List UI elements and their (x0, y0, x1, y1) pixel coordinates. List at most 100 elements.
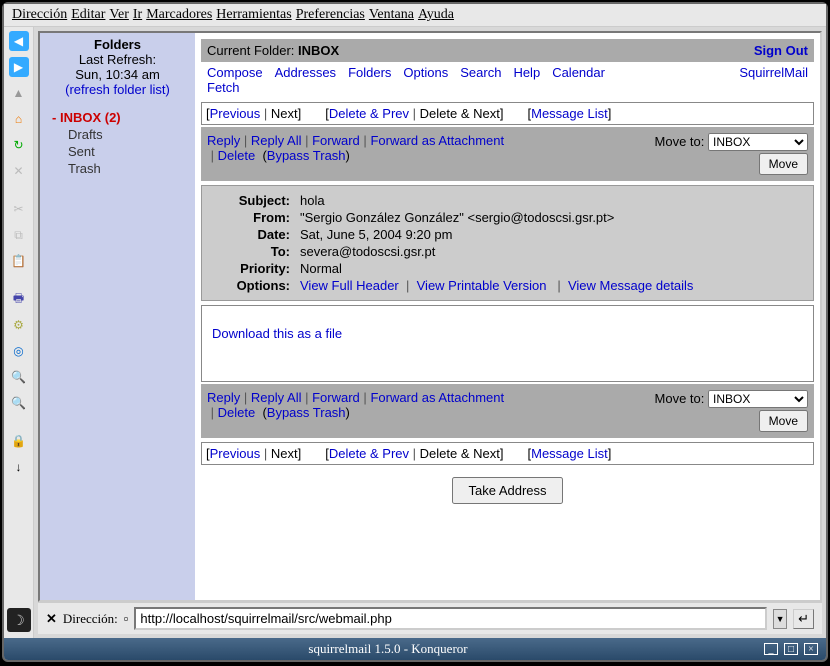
menu-ayuda[interactable]: Ayuda (418, 7, 454, 23)
zoom2-icon[interactable]: 🔍 (9, 393, 29, 413)
prev-link[interactable]: Previous (210, 106, 261, 121)
folders-title: Folders (44, 37, 191, 52)
nav-calendar[interactable]: Calendar (552, 65, 605, 80)
view-printable-link[interactable]: View Printable Version (417, 278, 547, 293)
message-nav-bottom: [Previous | Next] [Delete & Prev | Delet… (201, 442, 814, 465)
menu-editar[interactable]: Editar (71, 7, 105, 23)
window-close-icon[interactable]: × (804, 643, 818, 655)
menu-ir[interactable]: Ir (133, 7, 142, 23)
date-value: Sat, June 5, 2004 9:20 pm (300, 227, 805, 242)
next-text-bottom: Next (271, 446, 298, 461)
zoom-icon[interactable]: 🔍 (9, 367, 29, 387)
forward-icon[interactable]: ▶ (9, 57, 29, 77)
lock-icon[interactable]: 🔒 (9, 431, 29, 451)
nav-options[interactable]: Options (403, 65, 448, 80)
page-icon: ▫ (124, 611, 129, 626)
priority-label: Priority: (210, 261, 300, 276)
top-nav: Compose Addresses Folders Options Search… (201, 62, 814, 98)
home-icon[interactable]: ⌂ (9, 109, 29, 129)
minimize-icon[interactable]: _ (764, 643, 778, 655)
print-icon[interactable]: 🖶 (9, 289, 29, 309)
delete-link[interactable]: Delete (218, 148, 256, 163)
fwdatt-link-bottom[interactable]: Forward as Attachment (370, 390, 504, 405)
back-icon[interactable]: ◀ (9, 31, 29, 51)
address-dropdown-icon[interactable]: ▼ (773, 609, 787, 629)
last-refresh-label: Last Refresh: (44, 52, 191, 67)
download-file-link[interactable]: Download this as a file (212, 326, 342, 341)
replyall-link-bottom[interactable]: Reply All (251, 390, 302, 405)
cut-icon: ✂ (9, 199, 29, 219)
folder-drafts[interactable]: Drafts (52, 126, 191, 143)
reply-link[interactable]: Reply (207, 133, 240, 148)
folder-inbox[interactable]: - INBOX (2) (52, 109, 191, 126)
up-icon: ▲ (9, 83, 29, 103)
move-button[interactable]: Move (759, 153, 808, 175)
menu-herramientas[interactable]: Herramientas (216, 7, 291, 23)
globe-icon[interactable]: ↓ (9, 457, 29, 477)
nav-help[interactable]: Help (513, 65, 540, 80)
paste-icon: 📋 (9, 251, 29, 271)
delprev-link-bottom[interactable]: Delete & Prev (329, 446, 409, 461)
copy-icon: ⧉ (9, 225, 29, 245)
prev-link-bottom[interactable]: Previous (210, 446, 261, 461)
fwdatt-link[interactable]: Forward as Attachment (370, 133, 504, 148)
bypass-link-bottom[interactable]: Bypass Trash (267, 405, 346, 420)
view-details-link[interactable]: View Message details (568, 278, 694, 293)
moveto-label-bottom: Move to: (655, 391, 705, 406)
next-text: Next (271, 106, 298, 121)
message-nav-top: [Previous | Next] [Delete & Prev | Delet… (201, 102, 814, 125)
folder-sent[interactable]: Sent (52, 143, 191, 160)
from-value: "Sergio González González" <sergio@todos… (300, 210, 805, 225)
refresh-folder-link[interactable]: (refresh folder list) (65, 82, 170, 97)
subject-label: Subject: (210, 193, 300, 208)
action-bar-top: Reply | Reply All | Forward | Forward as… (201, 127, 814, 181)
menu-ventana[interactable]: Ventana (369, 7, 414, 23)
move-button-bottom[interactable]: Move (759, 410, 808, 432)
sign-out-link[interactable]: Sign Out (754, 43, 808, 58)
nav-folders[interactable]: Folders (348, 65, 391, 80)
nav-compose[interactable]: Compose (207, 65, 263, 80)
current-folder-name: INBOX (298, 43, 339, 58)
menu-marcadores[interactable]: Marcadores (146, 7, 212, 23)
delprev-link[interactable]: Delete & Prev (329, 106, 409, 121)
take-address-button[interactable]: Take Address (452, 477, 562, 504)
folder-trash[interactable]: Trash (52, 160, 191, 177)
menu-ver[interactable]: Ver (109, 7, 128, 23)
brand-link[interactable]: SquirrelMail (739, 65, 808, 80)
address-bar: ✕ Dirección: ▫ ▼ ↵ (38, 602, 822, 634)
forward-link[interactable]: Forward (312, 133, 360, 148)
go-icon[interactable]: ↵ (793, 609, 814, 629)
replyall-link[interactable]: Reply All (251, 133, 302, 148)
current-folder-bar: Current Folder: INBOX Sign Out (201, 39, 814, 62)
tool-icon[interactable]: ◎ (9, 341, 29, 361)
address-input[interactable] (134, 607, 767, 630)
nav-fetch[interactable]: Fetch (207, 80, 240, 95)
priority-value: Normal (300, 261, 805, 276)
message-body: Download this as a file (201, 305, 814, 382)
window-titlebar: squirrelmail 1.5.0 - Konqueror _ □ × (4, 638, 826, 660)
folders-pane: Folders Last Refresh: Sun, 10:34 am (ref… (40, 33, 195, 600)
menubar: Dirección Editar Ver Ir Marcadores Herra… (4, 4, 826, 27)
nav-addresses[interactable]: Addresses (275, 65, 336, 80)
moveto-select[interactable]: INBOX (708, 133, 808, 151)
nav-search[interactable]: Search (460, 65, 501, 80)
msglist-link-bottom[interactable]: Message List (531, 446, 608, 461)
delete-link-bottom[interactable]: Delete (218, 405, 256, 420)
bypass-link[interactable]: Bypass Trash (267, 148, 346, 163)
msglist-link[interactable]: Message List (531, 106, 608, 121)
forward-link-bottom[interactable]: Forward (312, 390, 360, 405)
delnext-text: Delete & Next (420, 106, 500, 121)
from-label: From: (210, 210, 300, 225)
view-full-header-link[interactable]: View Full Header (300, 278, 399, 293)
close-tab-icon[interactable]: ✕ (46, 611, 57, 627)
moveto-select-bottom[interactable]: INBOX (708, 390, 808, 408)
reload-icon[interactable]: ↻ (9, 135, 29, 155)
find-icon[interactable]: ⚙ (9, 315, 29, 335)
maximize-icon[interactable]: □ (784, 643, 798, 655)
mail-pane: Current Folder: INBOX Sign Out Compose A… (195, 33, 820, 600)
date-label: Date: (210, 227, 300, 242)
menu-preferencias[interactable]: Preferencias (296, 7, 365, 23)
menu-direccion[interactable]: Dirección (12, 7, 67, 23)
reply-link-bottom[interactable]: Reply (207, 390, 240, 405)
message-headers: Subject:hola From:"Sergio González Gonzá… (201, 185, 814, 301)
